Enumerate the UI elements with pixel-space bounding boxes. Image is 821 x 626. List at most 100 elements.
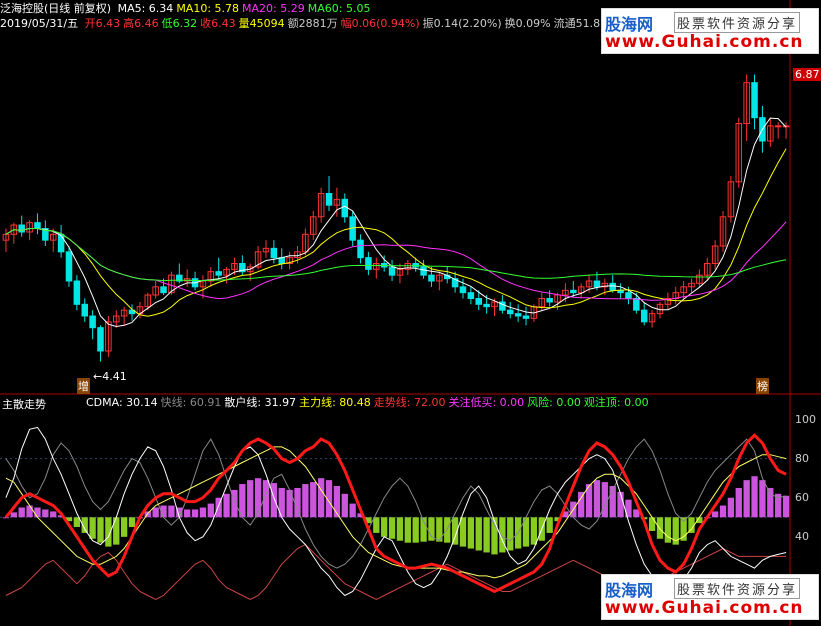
watermark-top: 股海网 股票软件资源分享 www.Guhai.com.cn [601,8,819,54]
candle-body [357,239,364,259]
indicator-bar [373,517,380,533]
indicator-bar [10,512,17,518]
candle-body [97,327,104,352]
indicator-bar [719,505,727,518]
indicator-bar [751,476,758,518]
indicator-axis-label-3: 40 [795,529,809,543]
indicator-bar [483,517,490,553]
candle-body [65,251,73,282]
watermark-bottom: 股海网 股票软件资源分享 www.Guhai.com.cn [601,574,819,620]
watermark-url-2: www.Guhai.com.cn [605,598,804,618]
indicator-axis-label-1: 80 [795,451,809,465]
candle-body [625,292,632,299]
indicator-bar [601,482,608,518]
indicator-bar [191,509,199,518]
candle-body [459,286,467,294]
indicator-bar [491,517,498,555]
indicator-bar [467,517,475,549]
indicator-bar [152,507,159,518]
indicator-bar [26,505,33,518]
indicator-bar [617,491,624,518]
indicator-bar [120,517,128,537]
indicator-bar [247,480,254,518]
indicator-bar [735,487,742,518]
indicator-bar [97,517,104,543]
indicator-bar [294,487,301,518]
indicator-bar [727,497,735,518]
watermark-url: www.Guhai.com.cn [605,32,804,52]
candle-body [420,266,427,276]
indicator-bar [42,509,49,518]
indicator-bar [254,478,262,518]
indicator-bar [759,480,766,518]
indicator-bar [199,507,207,518]
indicator-bar [168,505,175,518]
indicator-bar [396,517,404,541]
indicator-bar [113,517,120,545]
indicator-bar [2,517,10,519]
indicator-bar [404,517,411,543]
indicator-bar [310,482,317,518]
indicator-bar [444,517,451,543]
indicator-bar [459,517,467,547]
watermark-slogan: 股票软件资源分享 [674,12,801,33]
candle-body [514,313,522,317]
indicator-bar [388,517,396,539]
indicator-bar [648,517,656,531]
candle-body [365,257,372,270]
indicator-bar [50,511,57,518]
indicator-bar [530,517,538,545]
indicator-bar [664,517,672,543]
candle-body [270,247,278,259]
candle-body [467,292,475,299]
candle-body [640,309,648,323]
candle-body [483,303,490,308]
candle-body [609,282,616,291]
candle-body [18,224,25,233]
ma20-line [5,221,787,301]
candle-body [475,298,482,305]
indicator-bar [767,487,774,518]
candle-body [215,271,222,276]
candle-body [81,303,88,317]
indicator-bar [302,484,309,518]
candle-body [774,125,782,128]
indicator-bar [286,489,293,518]
indicator-bar [34,507,41,518]
candle-body [570,289,577,294]
candle-body [522,315,530,319]
indicator-bar [89,517,96,539]
indicator-bar [782,495,790,518]
zeng-marker: 增 [77,378,90,394]
indicator-bar [270,483,278,518]
indicator-bar [349,503,356,518]
indicator-bar [656,517,664,539]
bang-marker: 榜 [756,378,769,394]
indicator-bar [593,480,601,518]
indicator-axis-label-2: 60 [795,490,809,504]
candle-body [507,309,514,315]
indicator-bar [412,517,419,543]
candle-body [73,280,81,305]
ma60-line [5,228,787,282]
ma10-line [5,148,787,317]
indicator-bar [207,503,214,518]
candle-body [89,315,96,329]
watermark-slogan-2: 股票软件资源分享 [674,578,801,599]
ma5-line [5,117,787,328]
indicator-bar [128,517,136,528]
candle-body [160,286,167,294]
price-top-label: 6.87 [793,68,821,81]
indicator-bar [546,517,553,533]
candle-body [593,280,601,288]
indicator-bar [743,480,750,518]
candle-body [325,193,333,206]
chart-canvas [0,0,821,626]
candle-body [34,222,41,230]
candle-body [428,274,435,282]
candle-body [388,266,396,276]
indicator-bar [578,491,585,518]
candle-body [751,82,758,119]
indicator-axis-label-0: 100 [795,412,816,426]
indicator-bar [381,517,388,537]
